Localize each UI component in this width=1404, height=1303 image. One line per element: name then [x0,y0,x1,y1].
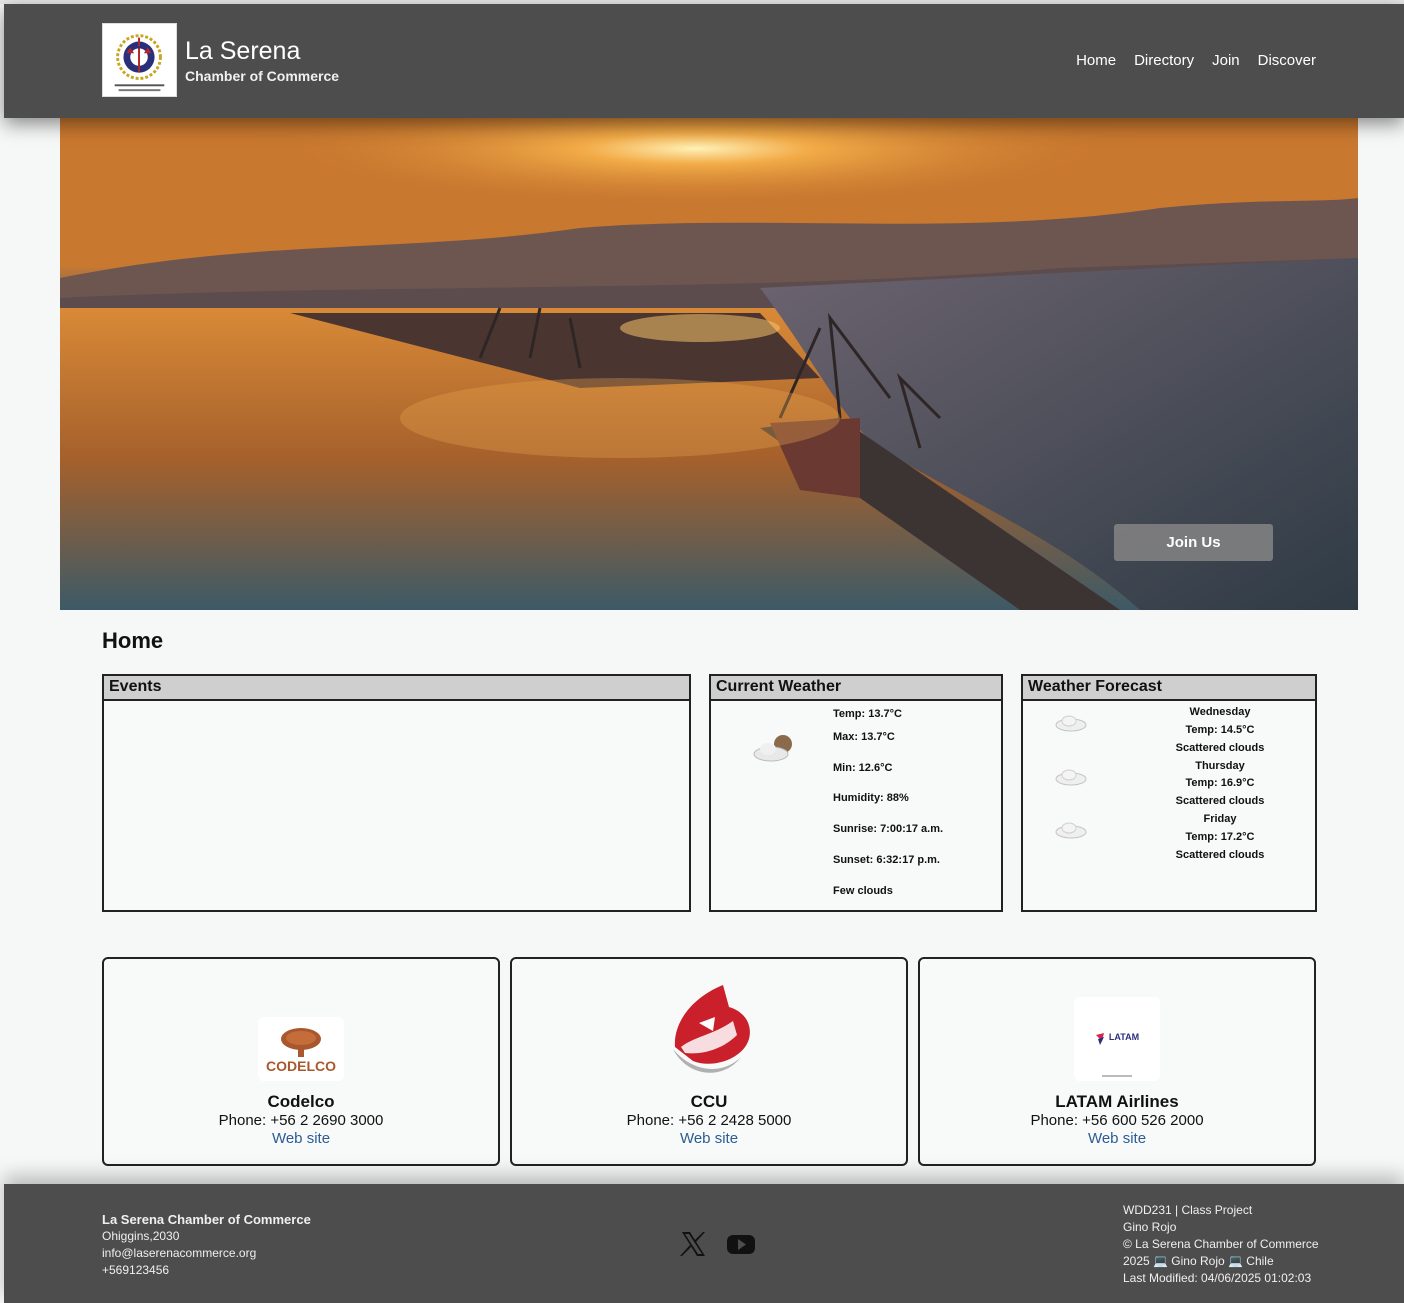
footer-author: Gino Rojo [1123,1220,1177,1234]
nav-join[interactable]: Join [1212,52,1240,69]
footer-copyright: © La Serena Chamber of Commerce [1123,1237,1319,1251]
youtube-icon[interactable] [726,1230,756,1258]
forecast-temp-2: Temp: 16.9°C [1185,777,1255,789]
forecast-day-3: Friday [1203,813,1237,825]
events-title: Events [104,676,689,701]
business-website-link[interactable]: Web site [104,1130,498,1147]
forecast-temp-1: Temp: 14.5°C [1185,724,1255,736]
weather-temp: Temp: 13.7°C [833,708,902,720]
main-nav: Home Directory Join Discover [1076,52,1316,69]
footer-contact: La Serena Chamber of Commerce Ohiggins,2… [102,1211,311,1279]
weather-humidity: Humidity: 88% [833,792,909,804]
site-header: La Serena Chamber of Commerce Home Direc… [4,4,1404,118]
business-phone: Phone: +56 2 2428 5000 [626,1112,792,1129]
events-card: Events [102,674,691,912]
forecast-desc-3: Scattered clouds [1175,849,1265,861]
footer-email: info@laserenacommerce.org [102,1246,257,1260]
page-title: Home [102,628,164,653]
footer-copyright-line2: 2025 💻 Gino Rojo 💻 Chile [1123,1254,1274,1268]
few-clouds-icon [753,735,792,762]
nav-home[interactable]: Home [1076,52,1116,69]
weather-sunrise: Sunrise: 7:00:17 a.m. [833,823,944,835]
join-us-button[interactable]: Join Us [1114,524,1273,561]
site-footer: La Serena Chamber of Commerce Ohiggins,2… [4,1184,1404,1303]
footer-course: WDD231 | Class Project [1123,1203,1253,1217]
chamber-logo[interactable] [102,23,177,97]
hero-banner: Join Us [60,118,1358,610]
footer-phone: +569123456 [102,1263,170,1277]
ccu-logo [673,985,750,1073]
forecast-desc-1: Scattered clouds [1175,742,1265,754]
footer-last-modified: Last Modified: 04/06/2025 01:02:03 [1123,1271,1312,1285]
forecast-desc-2: Scattered clouds [1175,795,1265,807]
latam-logo: LATAM [1074,997,1160,1081]
business-name: CCU [690,1092,728,1111]
business-website-link[interactable]: Web site [512,1130,906,1147]
cloud-icon [1055,715,1087,732]
weather-sunset: Sunset: 6:32:17 p.m. [833,854,940,866]
weather-max: Max: 13.7°C [833,731,895,743]
cloud-icon [1055,769,1087,786]
forecast-day-1: Wednesday [1189,706,1251,718]
codelco-logo: CODELCO [258,1017,344,1081]
forecast-temp-3: Temp: 17.2°C [1185,831,1255,843]
footer-address: Ohiggins,2030 [102,1229,180,1243]
cloud-icon [1055,822,1087,839]
forecast-day-2: Thursday [1195,760,1245,772]
svg-text:CODELCO: CODELCO [266,1058,336,1074]
business-website-link[interactable]: Web site [920,1130,1314,1147]
footer-org-name: La Serena Chamber of Commerce [102,1212,311,1227]
nav-directory[interactable]: Directory [1134,52,1194,69]
nav-discover[interactable]: Discover [1258,52,1316,69]
weather-min: Min: 12.6°C [833,762,893,774]
business-phone: Phone: +56 600 526 2000 [1030,1112,1204,1129]
footer-credits: WDD231 | Class Project Gino Rojo © La Se… [1123,1202,1319,1287]
svg-text:LATAM: LATAM [1109,1032,1139,1042]
forecast-title: Weather Forecast [1023,676,1315,701]
business-name: LATAM Airlines [1055,1092,1179,1111]
x-icon[interactable] [678,1230,708,1258]
weather-description: Few clouds [833,885,893,897]
business-card-ccu: CCU Phone: +56 2 2428 5000 Web site [510,957,908,1166]
business-phone: Phone: +56 2 2690 3000 [218,1112,384,1129]
social-links [678,1230,756,1258]
brand-subtitle: Chamber of Commerce [185,68,340,84]
business-card-latam: LATAM LATAM Airlines Phone: +56 600 526 … [918,957,1316,1166]
brand-name: La Serena [185,37,301,65]
business-name: Codelco [267,1092,335,1111]
weather-forecast-card: Weather Forecast Wednesday Temp: 14.5°C … [1021,674,1317,912]
weather-title: Current Weather [711,676,1001,701]
business-card-codelco: CODELCO Codelco Phone: +56 2 2690 3000 W… [102,957,500,1166]
current-weather-card: Current Weather Temp: 13.7°C Max: 13.7°C… [709,674,1003,912]
